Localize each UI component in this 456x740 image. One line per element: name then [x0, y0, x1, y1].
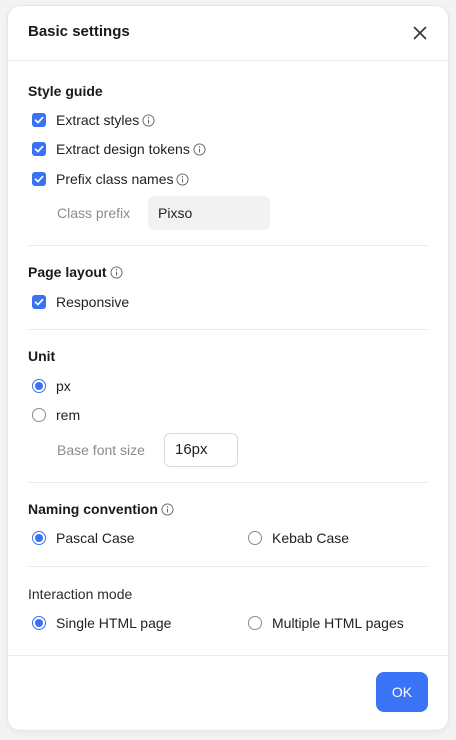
radio-selected[interactable] — [32, 531, 46, 545]
base-font-size-label: Base font size — [57, 442, 145, 458]
interaction-radio-single-page[interactable]: Single HTML page — [32, 615, 171, 631]
unit-px-label: px — [56, 378, 71, 394]
base-font-size-input[interactable]: 16px — [164, 433, 238, 467]
unit-radio-rem[interactable]: rem — [32, 407, 80, 423]
naming-radio-pascal-case[interactable]: Pascal Case — [32, 530, 135, 546]
unit-rem-label: rem — [56, 407, 81, 423]
divider — [28, 566, 428, 567]
dialog-title: Basic settings — [28, 23, 130, 40]
style-guide-title: Style guide — [28, 83, 103, 99]
unit-radio-px[interactable]: px — [32, 378, 71, 394]
checkbox-checked[interactable] — [32, 113, 46, 127]
dialog-header: Basic settings — [8, 6, 448, 61]
info-icon[interactable] — [110, 265, 123, 279]
pascal-case-label: Pascal Case — [56, 530, 135, 546]
page-layout-title: Page layout — [28, 264, 123, 280]
radio-unselected[interactable] — [248, 616, 262, 630]
naming-radio-kebab-case[interactable]: Kebab Case — [248, 530, 349, 546]
divider — [28, 245, 428, 246]
ok-button[interactable]: OK — [376, 672, 428, 712]
radio-unselected[interactable] — [32, 408, 46, 422]
prefix-class-names-checkbox[interactable]: Prefix class names — [32, 171, 190, 187]
interaction-radio-multiple-pages[interactable]: Multiple HTML pages — [248, 615, 404, 631]
single-html-page-label: Single HTML page — [56, 615, 172, 631]
info-icon[interactable] — [176, 172, 190, 186]
info-icon[interactable] — [161, 502, 174, 516]
radio-selected[interactable] — [32, 616, 46, 630]
naming-convention-title: Naming convention — [28, 501, 174, 517]
class-prefix-input[interactable]: Pixso — [148, 196, 270, 230]
extract-styles-label: Extract styles — [56, 112, 140, 128]
divider — [28, 482, 428, 483]
checkbox-checked[interactable] — [32, 142, 46, 156]
radio-selected[interactable] — [32, 379, 46, 393]
responsive-label: Responsive — [56, 294, 130, 310]
basic-settings-dialog: Basic settings Style guide Extract style… — [8, 6, 448, 730]
check-icon — [34, 145, 44, 153]
close-button[interactable] — [410, 23, 430, 43]
class-prefix-label: Class prefix — [57, 205, 131, 221]
extract-styles-checkbox[interactable]: Extract styles — [32, 112, 155, 128]
info-icon[interactable] — [193, 142, 206, 156]
multiple-html-pages-label: Multiple HTML pages — [272, 615, 404, 631]
interaction-mode-title: Interaction mode — [28, 586, 133, 602]
check-icon — [34, 116, 44, 124]
checkbox-checked[interactable] — [32, 172, 46, 186]
responsive-checkbox[interactable]: Responsive — [32, 294, 129, 310]
info-icon[interactable] — [142, 113, 155, 127]
check-icon — [34, 298, 44, 306]
extract-design-tokens-label: Extract design tokens — [56, 141, 190, 157]
checkbox-checked[interactable] — [32, 295, 46, 309]
radio-unselected[interactable] — [248, 531, 262, 545]
kebab-case-label: Kebab Case — [272, 530, 350, 546]
prefix-class-names-label: Prefix class names — [56, 171, 174, 187]
divider — [28, 329, 428, 330]
check-icon — [34, 175, 44, 183]
close-icon — [413, 26, 427, 40]
footer-divider — [8, 655, 448, 656]
unit-title: Unit — [28, 348, 56, 364]
extract-design-tokens-checkbox[interactable]: Extract design tokens — [32, 141, 206, 157]
